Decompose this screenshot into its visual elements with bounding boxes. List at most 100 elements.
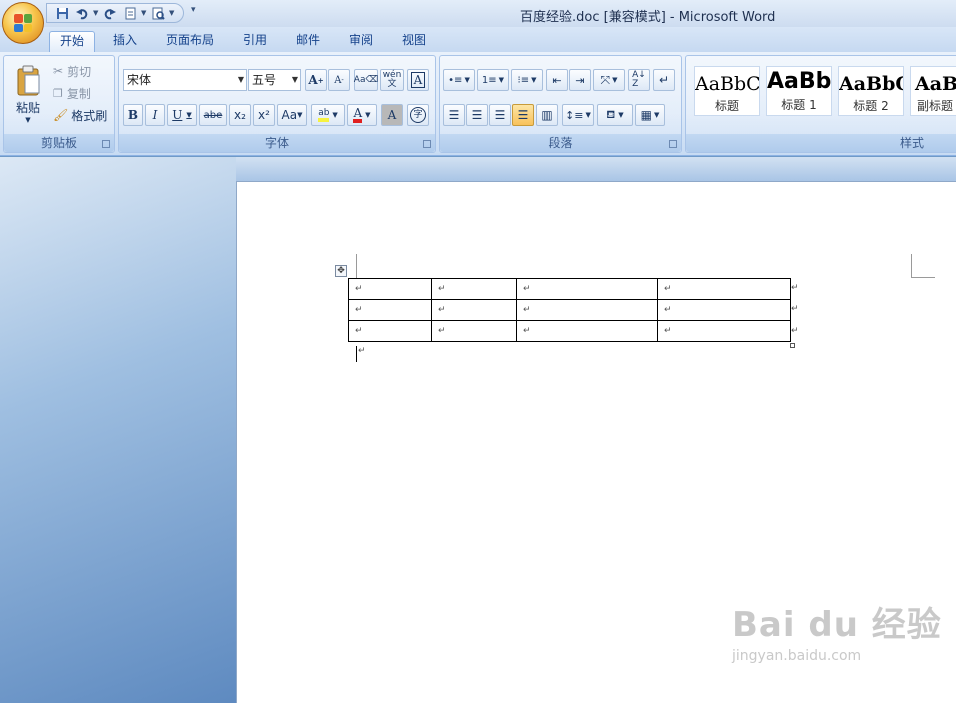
style-subtitle[interactable]: AaBl 副标题 [910,66,956,116]
sort-az-icon: A↓ Z [632,70,646,89]
office-logo-icon [14,14,32,32]
enclose-char-button[interactable]: 字 [407,104,429,126]
align-center-button[interactable]: ☰ [466,104,488,126]
table-cell[interactable]: ↵ [431,299,517,321]
style-heading-2-sample: AaBbC [839,73,904,95]
style-heading-2-name: 标题 2 [853,99,889,113]
print-preview-icon[interactable] [149,5,167,21]
borders-button[interactable]: ▦ ▼ [635,104,665,126]
table-cell[interactable]: ↵ [657,299,791,321]
numbering-button[interactable]: 1≡ ▼ [477,69,509,91]
office-button[interactable] [2,2,44,44]
copy-button[interactable]: ❐ 复制 [52,82,112,104]
superscript-button[interactable]: x² [253,104,275,126]
text-direction-icon: ⤧ [600,72,611,87]
highlight-button[interactable]: ab ▼ [311,104,345,126]
tab-home[interactable]: 开始 [49,31,96,52]
underline-button[interactable]: U ▼ [167,104,197,126]
char-shading-button[interactable]: A [381,104,403,126]
table-cell[interactable]: ↵ [516,320,658,342]
styles-group: AaBbC 标题 AaBb 标题 1 AaBbC 标题 2 AaBl 副标题 样… [685,55,956,153]
decrease-indent-button[interactable]: ⇤ [546,69,568,91]
align-right-button[interactable]: ☰ [489,104,511,126]
table-cell[interactable]: ↵ [516,299,658,321]
bullets-button[interactable]: •≡ ▼ [443,69,475,91]
underline-dropdown-icon: ▼ [186,111,192,119]
document-table[interactable]: ↵ ↵ ↵ ↵ ↵ ↵ ↵ ↵ ↵ ↵ ↵ ↵ [348,278,791,342]
save-icon[interactable] [53,5,71,21]
scissors-icon: ✂ [53,64,64,78]
print-dropdown-icon[interactable]: ▼ [169,9,175,17]
table-cell[interactable]: ↵ [657,320,791,342]
clear-format-button[interactable]: Aa⌫ [354,69,378,91]
tab-view[interactable]: 视图 [392,31,436,52]
multilevel-list-icon: ⁝≡ [517,74,530,86]
new-doc-icon[interactable] [121,5,139,21]
style-heading-1[interactable]: AaBb 标题 1 [766,66,832,116]
paragraph-group-label: 段落 [440,134,681,152]
italic-button[interactable]: I [145,104,165,126]
paste-button[interactable]: 粘贴 ▼ [8,58,48,130]
strikethrough-button[interactable]: abe [199,104,227,126]
subscript-button[interactable]: x₂ [229,104,251,126]
increase-indent-button[interactable]: ⇥ [569,69,591,91]
distributed-button[interactable]: ▥ [536,104,558,126]
table-move-handle-icon[interactable]: ✥ [335,265,347,277]
table-cell[interactable]: ↵ [348,299,432,321]
table-cell[interactable]: ↵ [657,278,791,300]
table-resize-handle-icon[interactable] [790,343,795,348]
grow-font-button[interactable]: A + [305,69,327,91]
show-marks-button[interactable]: ↵ [653,69,675,91]
phonetic-guide-button[interactable]: wén 文 [380,69,404,91]
shrink-font-button[interactable]: A- [328,69,350,91]
text-direction-button[interactable]: ⤧ ▼ [593,69,625,91]
multilevel-list-button[interactable]: ⁝≡ ▼ [511,69,543,91]
sort-button[interactable]: A↓ Z [628,69,650,91]
change-case-button[interactable]: Aa ▼ [277,104,307,126]
table-cell[interactable]: ↵ [348,278,432,300]
font-group-label: 字体 [119,134,435,152]
justify-button[interactable]: ☰ [512,104,534,126]
numbering-icon: 1≡ [481,74,497,86]
paragraph-mark: ↵ [358,346,366,356]
tab-page-layout[interactable]: 页面布局 [156,31,224,52]
undo-icon[interactable] [73,5,91,21]
font-name-combo[interactable]: 宋体 ▼ [123,69,247,91]
row-end-mark: ↵ [791,283,799,293]
new-doc-dropdown-icon[interactable]: ▼ [141,9,147,17]
table-cell[interactable]: ↵ [348,320,432,342]
style-heading-2[interactable]: AaBbC 标题 2 [838,66,904,116]
font-color-button[interactable]: A ▼ [347,104,377,126]
bold-button[interactable]: B [123,104,143,126]
tab-references[interactable]: 引用 [233,31,277,52]
table-cell[interactable]: ↵ [431,278,517,300]
format-painter-button[interactable]: 🖌 格式刷 [52,104,114,126]
table-cell[interactable]: ↵ [516,278,658,300]
style-heading-1-name: 标题 1 [781,98,817,112]
enclose-char-icon: 字 [410,107,426,123]
shading-button[interactable]: ⛾ ▼ [597,104,633,126]
align-left-button[interactable]: ☰ [443,104,465,126]
undo-dropdown-icon[interactable]: ▼ [93,9,99,17]
customize-qat-icon[interactable]: ▾ [191,5,196,15]
phonetic-char: 文 [387,79,397,89]
tab-review[interactable]: 审阅 [339,31,383,52]
font-size-combo[interactable]: 五号 ▼ [248,69,301,91]
font-group: 宋体 ▼ 五号 ▼ A + A- Aa⌫ wén 文 A B I U ▼ abe x₂ x… [118,55,436,153]
tab-insert[interactable]: 插入 [103,31,147,52]
line-spacing-button[interactable]: ↕≡ ▼ [562,104,594,126]
cut-button[interactable]: ✂ 剪切 [52,60,112,82]
char-border-button[interactable]: A [407,69,429,91]
table-row: ↵ ↵ ↵ ↵ [348,320,791,342]
tab-mailings[interactable]: 邮件 [286,31,330,52]
paintbrush-icon: 🖌 [53,108,69,122]
font-launcher-icon[interactable] [423,140,431,148]
style-subtitle-name: 副标题 [917,99,954,113]
style-title[interactable]: AaBbC 标题 [694,66,760,116]
superscript-icon: x² [258,108,270,122]
style-title-name: 标题 [714,99,739,113]
redo-icon[interactable] [101,5,119,21]
clipboard-launcher-icon[interactable] [102,140,110,148]
table-cell[interactable]: ↵ [431,320,517,342]
paragraph-launcher-icon[interactable] [669,140,677,148]
